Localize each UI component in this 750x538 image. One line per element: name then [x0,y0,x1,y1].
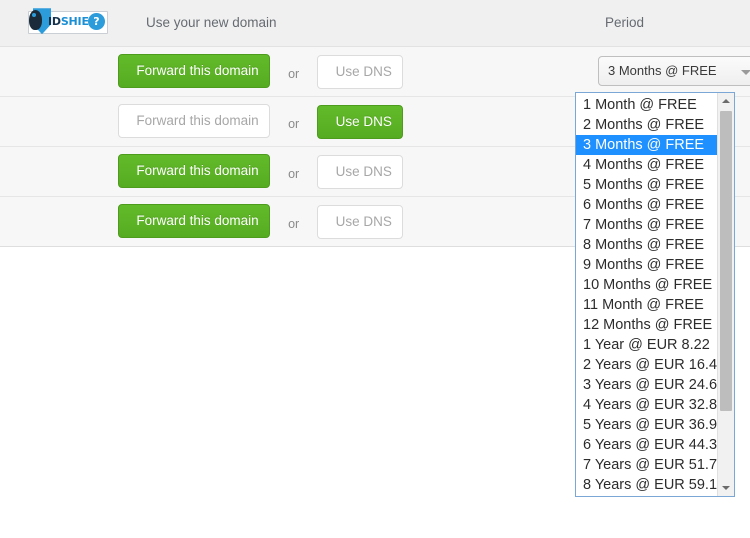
dropdown-option[interactable]: 3 Months @ FREE [576,135,717,155]
or-separator: or [288,117,300,132]
row-actions-cell: Forward this domain or Use DNS [0,96,598,146]
dropdown-option[interactable]: 7 Months @ FREE [576,215,717,235]
row-actions-cell: Forward this domain or Use DNS [0,196,598,246]
logo-wordmark: IDSHIE [48,15,89,29]
chevron-down-icon [741,70,750,75]
scroll-up-arrow-icon [722,99,730,103]
use-dns-button[interactable]: Use DNS [317,54,404,89]
period-select-wrapper: 3 Months @ FREE [598,56,750,86]
dropdown-scrollbar[interactable] [717,93,734,496]
forward-domain-button[interactable]: Forward this domain [118,103,270,138]
use-dns-button[interactable]: Use DNS [317,154,404,189]
dropdown-option[interactable]: 10 Months @ FREE [576,275,717,295]
row-actions-cell: Forward this domain or Use DNS [0,146,598,196]
idshield-logo: IDSHIE ? [28,8,108,35]
table-row: Forward this domain or Use DNS 3 Months … [0,46,750,96]
forward-domain-label: Forward this domain [136,63,259,78]
scroll-down-arrow-icon [722,486,730,490]
scroll-down-button[interactable] [718,480,734,496]
row-period-cell: 3 Months @ FREE [598,46,750,96]
table-header: IDSHIE ? Use your new domain Period [0,0,750,46]
dropdown-option[interactable]: 5 Years @ EUR 36.99 [576,415,717,435]
or-separator: or [288,67,300,82]
dropdown-option[interactable]: 2 Years @ EUR 16.44 [576,355,717,375]
dropdown-option[interactable]: 2 Months @ FREE [576,115,717,135]
forward-domain-button[interactable]: Forward this domain [118,53,270,88]
dropdown-option[interactable]: 8 Months @ FREE [576,235,717,255]
use-dns-button[interactable]: Use DNS [317,204,404,239]
dropdown-option[interactable]: 1 Month @ FREE [576,95,717,115]
dropdown-option[interactable]: 11 Month @ FREE [576,295,717,315]
use-dns-label: Use DNS [335,164,392,179]
logo-question-badge-icon: ? [88,13,105,31]
forward-domain-label: Forward this domain [136,163,259,178]
period-dropdown-options[interactable]: 1 Month @ FREE 2 Months @ FREE 3 Months @ … [576,93,717,496]
dropdown-option[interactable]: 6 Years @ EUR 44.39 [576,435,717,455]
use-dns-label: Use DNS [335,214,392,229]
column-header-period: Period [605,15,645,31]
forward-domain-label: Forward this domain [136,213,259,228]
dropdown-option[interactable]: 5 Months @ FREE [576,175,717,195]
column-header-domain: Use your new domain [146,15,277,31]
scroll-up-button[interactable] [718,93,734,109]
brand-logo-cell: IDSHIE ? [0,0,146,46]
row-actions-cell: Forward this domain or Use DNS [0,46,598,96]
or-separator: or [288,167,300,182]
logo-id-text: ID [48,15,61,29]
or-separator: or [288,217,300,232]
scrollbar-thumb[interactable] [720,111,732,411]
use-dns-label: Use DNS [335,114,392,129]
dropdown-option[interactable]: 4 Years @ EUR 32.88 [576,395,717,415]
dropdown-option[interactable]: 8 Years @ EUR 59.18 [576,475,717,495]
period-select-value: 3 Months @ FREE [608,63,717,78]
forward-domain-label: Forward this domain [136,113,259,128]
dropdown-option[interactable]: 1 Year @ EUR 8.22 [576,335,717,355]
shield-dark-icon [29,10,42,31]
use-dns-button[interactable]: Use DNS [317,104,404,139]
dropdown-option[interactable]: 4 Months @ FREE [576,155,717,175]
dropdown-option[interactable]: 3 Years @ EUR 24.66 [576,375,717,395]
period-dropdown-list[interactable]: 1 Month @ FREE 2 Months @ FREE 3 Months @ … [575,92,735,497]
table-header-row: IDSHIE ? Use your new domain Period [0,0,750,46]
dropdown-option[interactable]: 7 Years @ EUR 51.79 [576,455,717,475]
dropdown-option[interactable]: 12 Months @ FREE [576,315,717,335]
dropdown-option[interactable]: 6 Months @ FREE [576,195,717,215]
forward-domain-button[interactable]: Forward this domain [118,203,270,238]
logo-shie-text: SHIE [60,15,89,29]
dropdown-option[interactable]: 9 Months @ FREE [576,255,717,275]
shield-eye-icon [32,13,36,18]
forward-domain-button[interactable]: Forward this domain [118,153,270,188]
use-dns-label: Use DNS [335,64,392,79]
period-select[interactable]: 3 Months @ FREE [598,56,750,86]
